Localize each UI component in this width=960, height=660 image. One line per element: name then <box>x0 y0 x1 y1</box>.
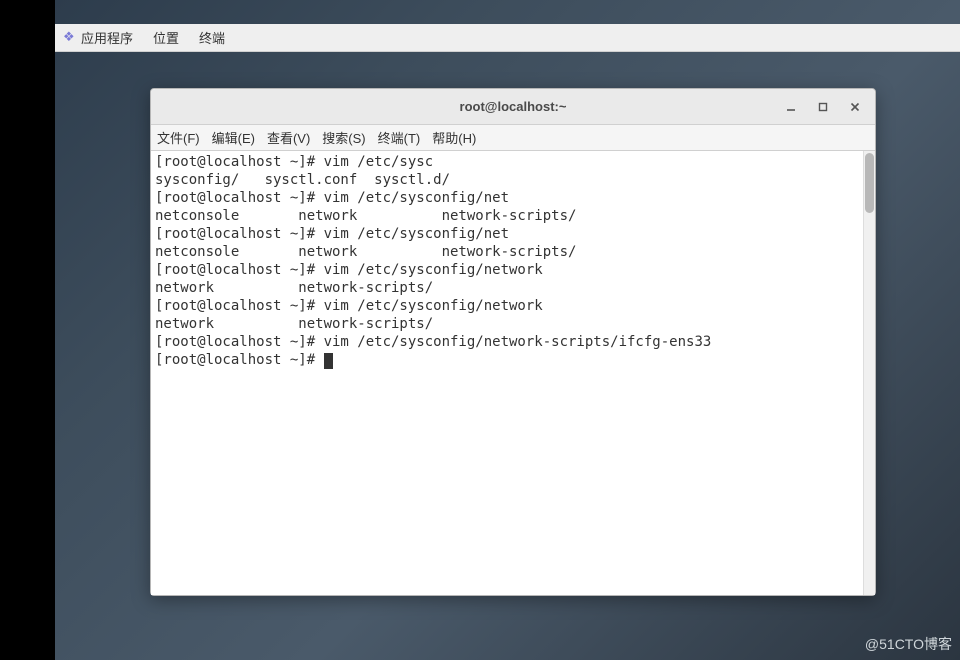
scrollbar[interactable] <box>863 151 875 595</box>
terminal-cursor <box>324 353 333 369</box>
window-menubar: 文件(F) 编辑(E) 查看(V) 搜索(S) 终端(T) 帮助(H) <box>151 125 875 151</box>
watermark: @51CTO博客 <box>865 634 952 654</box>
close-button[interactable] <box>841 95 869 119</box>
topbar-item-label: 应用程序 <box>81 28 133 47</box>
window-titlebar[interactable]: root@localhost:~ <box>151 89 875 125</box>
menu-edit[interactable]: 编辑(E) <box>212 128 255 147</box>
topbar-item-label: 位置 <box>153 28 179 47</box>
applications-icon <box>63 31 77 45</box>
topbar-item-terminal[interactable]: 终端 <box>199 28 225 47</box>
window-title: root@localhost:~ <box>151 99 875 114</box>
desktop-topbar: 应用程序 位置 终端 <box>55 24 960 52</box>
scrollbar-thumb[interactable] <box>865 153 874 213</box>
minimize-button[interactable] <box>777 95 805 119</box>
menu-file[interactable]: 文件(F) <box>157 128 200 147</box>
left-black-strip <box>0 0 55 660</box>
topbar-item-places[interactable]: 位置 <box>153 28 179 47</box>
terminal-window: root@localhost:~ 文件(F) 编辑(E) 查看(V) 搜索(S)… <box>150 88 876 596</box>
menu-view[interactable]: 查看(V) <box>267 128 310 147</box>
topbar-item-applications[interactable]: 应用程序 <box>63 28 133 47</box>
terminal-output[interactable]: [root@localhost ~]# vim /etc/sysc syscon… <box>151 151 863 595</box>
menu-search[interactable]: 搜索(S) <box>322 128 365 147</box>
menu-help[interactable]: 帮助(H) <box>432 128 476 147</box>
topbar-item-label: 终端 <box>199 28 225 47</box>
maximize-button[interactable] <box>809 95 837 119</box>
window-controls <box>777 89 869 124</box>
menu-terminal[interactable]: 终端(T) <box>378 128 421 147</box>
terminal-area: [root@localhost ~]# vim /etc/sysc syscon… <box>151 151 875 595</box>
